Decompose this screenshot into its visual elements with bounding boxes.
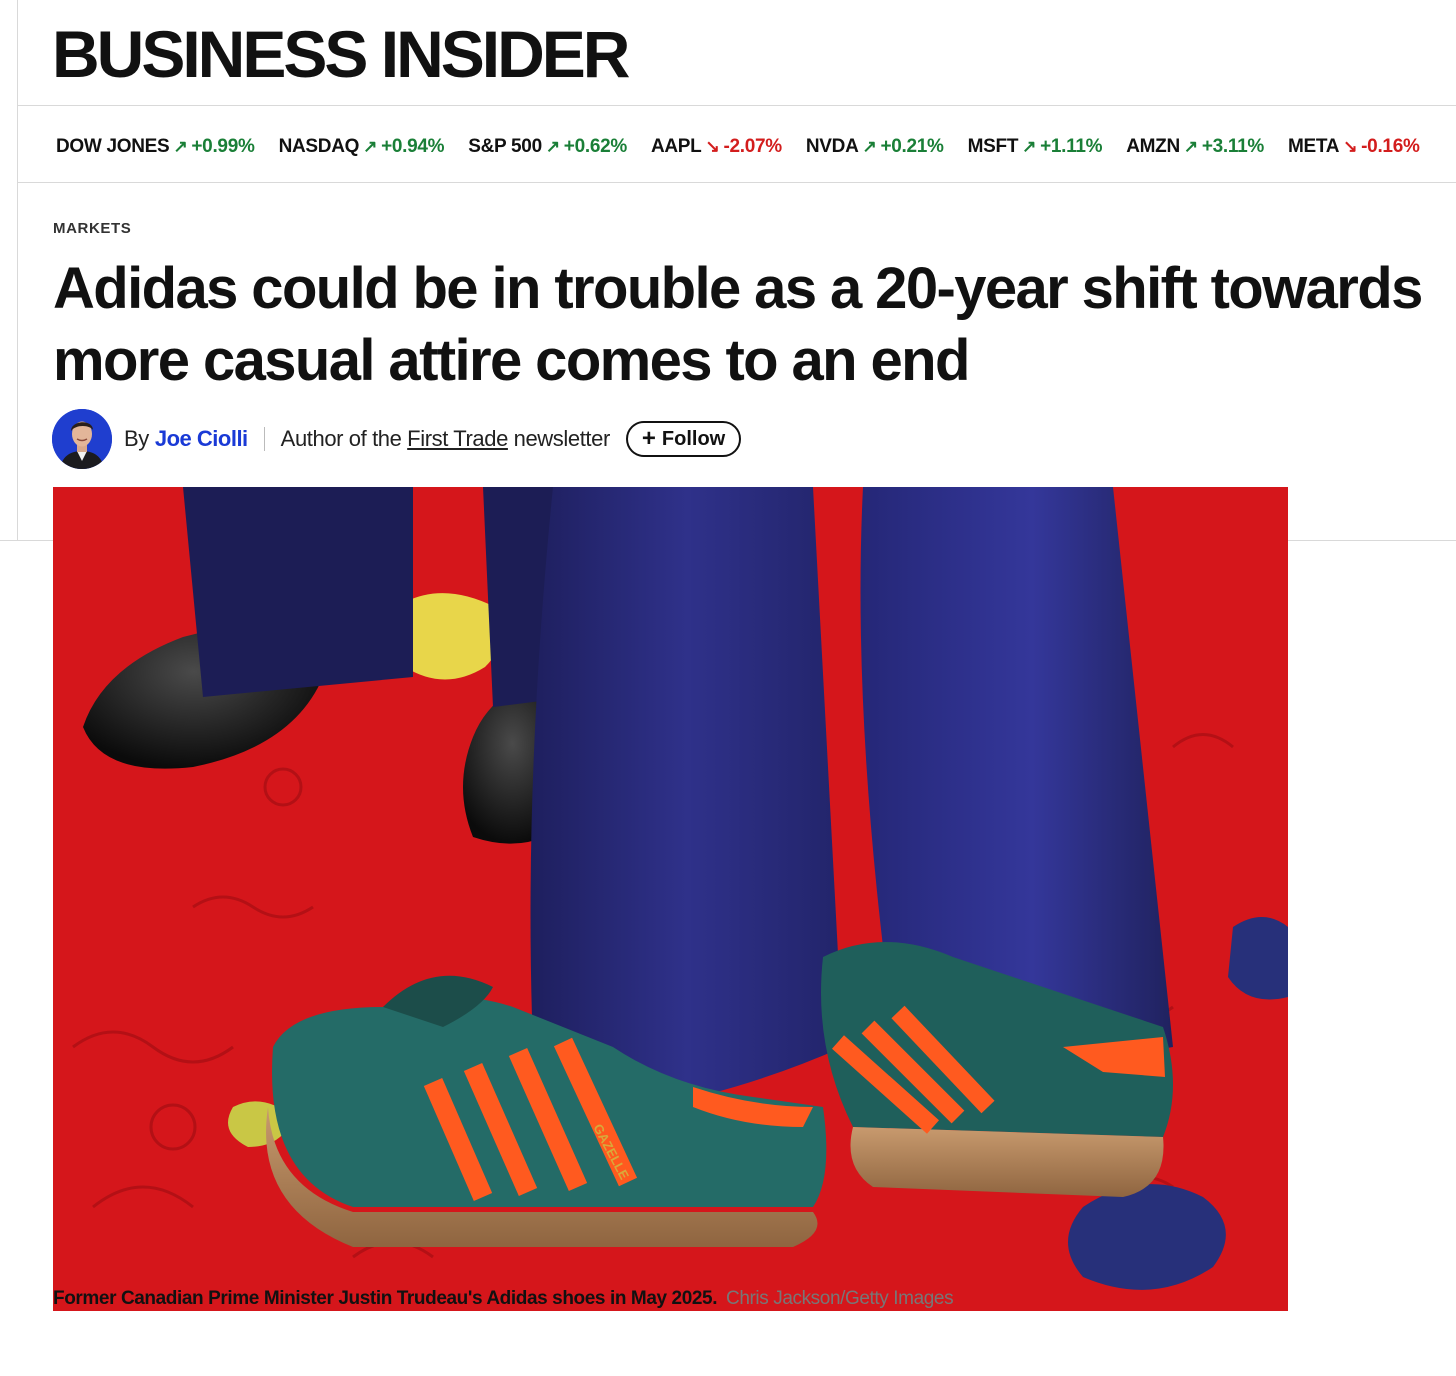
ticker-change: +0.62% <box>563 136 627 157</box>
ticker-name: AMZN <box>1126 136 1180 157</box>
follow-label: Follow <box>661 427 726 450</box>
arrow-up-right-icon: ↗︎ <box>1022 137 1037 156</box>
frame-left-border <box>17 0 18 541</box>
market-ticker: DOW JONES ↗︎ +0.99% NASDAQ ↗︎ +0.94% S&P… <box>56 133 1456 161</box>
ticker-item-sp500[interactable]: S&P 500 ↗︎ +0.62% <box>468 136 627 158</box>
caption-text: Former Canadian Prime Minister Justin Tr… <box>53 1288 718 1309</box>
byline-separator <box>263 427 265 451</box>
hero-image[interactable]: GAZELLE <box>53 487 1288 1311</box>
ticker-name: S&P 500 <box>468 136 542 157</box>
role-prefix: Author of the <box>280 426 402 451</box>
ticker-item-msft[interactable]: MSFT ↗︎ +1.11% <box>968 136 1103 158</box>
site-logo[interactable]: BUSINESS INSIDER <box>52 14 630 94</box>
ticker-change: +3.11% <box>1201 136 1264 157</box>
ticker-change: +0.21% <box>880 136 944 157</box>
arrow-down-right-icon: ↘︎ <box>705 137 720 156</box>
ticker-name: DOW JONES <box>56 136 170 157</box>
arrow-up-right-icon: ↗︎ <box>862 137 877 156</box>
ticker-item-meta[interactable]: META ↘︎ -0.16% <box>1288 136 1420 158</box>
header-divider <box>17 105 1456 106</box>
article-headline: Adidas could be in trouble as a 20-year … <box>53 253 1456 397</box>
arrow-up-right-icon: ↗︎ <box>363 137 378 156</box>
hero-photo: GAZELLE <box>53 487 1288 1311</box>
ticker-item-nasdaq[interactable]: NASDAQ ↗︎ +0.94% <box>279 136 445 158</box>
arrow-up-right-icon: ↗︎ <box>1183 137 1198 156</box>
ticker-name: META <box>1287 136 1340 157</box>
image-caption: Former Canadian Prime Minister Justin Tr… <box>53 1288 954 1310</box>
ticker-divider <box>17 182 1456 183</box>
arrow-up-right-icon: ↗︎ <box>545 137 560 156</box>
author-avatar[interactable] <box>52 409 112 469</box>
headline-line-1: Adidas could be in trouble as a 20-year … <box>53 256 1423 321</box>
arrow-up-right-icon: ↗︎ <box>173 137 188 156</box>
ticker-name: NASDAQ <box>278 136 360 157</box>
ticker-change: +1.11% <box>1040 136 1103 157</box>
ticker-item-nvda[interactable]: NVDA ↗︎ +0.21% <box>806 136 944 158</box>
ticker-item-aapl[interactable]: AAPL ↘︎ -2.07% <box>651 136 782 158</box>
byline-by: By <box>124 426 149 451</box>
headline-line-2: more casual attire comes to an end <box>53 328 970 393</box>
arrow-down-right-icon: ↘︎ <box>1343 137 1358 156</box>
ticker-name: NVDA <box>805 136 859 157</box>
ticker-change: -0.16% <box>1361 136 1420 157</box>
author-link[interactable]: Joe Ciolli <box>155 426 248 452</box>
article-category[interactable]: MARKETS <box>53 220 131 237</box>
ticker-change: +0.99% <box>191 136 255 157</box>
follow-button[interactable]: + Follow <box>625 421 742 457</box>
ticker-item-dow-jones[interactable]: DOW JONES ↗︎ +0.99% <box>56 136 255 158</box>
plus-icon: + <box>641 425 656 452</box>
author-portrait <box>52 409 112 469</box>
author-role: Author of the First Trade newsletter <box>280 426 611 452</box>
ticker-change: -2.07% <box>723 136 782 157</box>
ticker-name: AAPL <box>650 136 702 157</box>
ticker-change: +0.94% <box>381 136 445 157</box>
ticker-item-amzn[interactable]: AMZN ↗︎ +3.11% <box>1126 136 1264 158</box>
newsletter-link[interactable]: First Trade <box>407 426 508 451</box>
ticker-name: MSFT <box>967 136 1019 157</box>
article-byline: By Joe Ciolli Author of the First Trade … <box>52 408 812 470</box>
role-suffix: newsletter <box>513 426 611 451</box>
caption-credit: Chris Jackson/Getty Images <box>726 1288 954 1309</box>
